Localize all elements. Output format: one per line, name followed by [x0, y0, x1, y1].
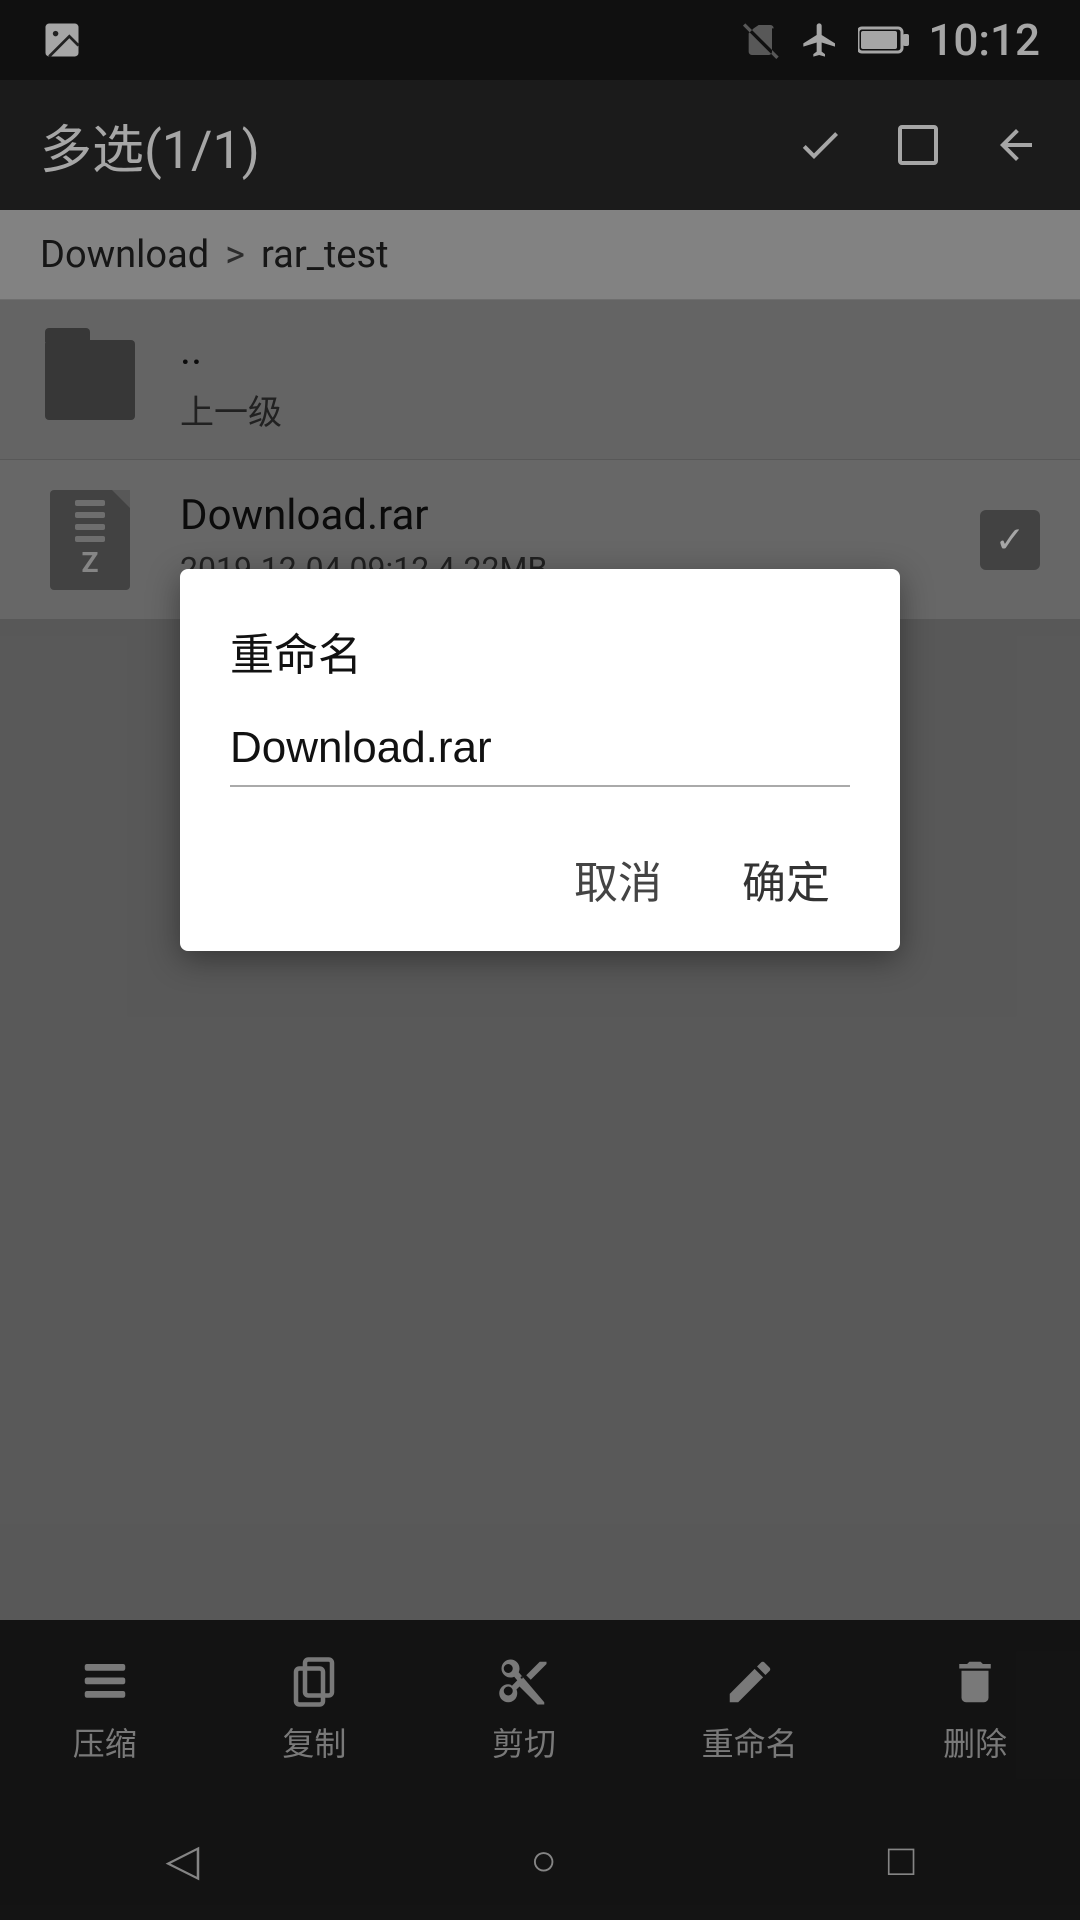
rename-dialog: 重命名 取消 确定	[180, 569, 900, 951]
dialog-title: 重命名	[230, 619, 850, 683]
rename-input[interactable]	[230, 723, 850, 787]
dialog-actions: 取消 确定	[230, 837, 850, 921]
dialog-overlay: 重命名 取消 确定	[0, 0, 1080, 1920]
cancel-button[interactable]: 取消	[554, 837, 682, 921]
confirm-button[interactable]: 确定	[722, 837, 850, 921]
